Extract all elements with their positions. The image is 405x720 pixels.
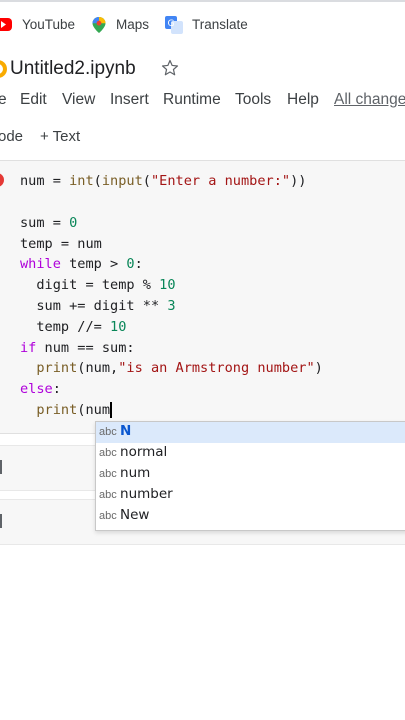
match-text: N	[120, 423, 132, 439]
match-text: n	[120, 465, 129, 481]
autocomplete-item[interactable]: abc number	[96, 485, 405, 506]
menu-tools[interactable]: Tools	[235, 91, 271, 109]
add-text-button[interactable]: + Text	[40, 128, 80, 145]
match-text: n	[120, 486, 129, 502]
rest-text: ormal	[128, 444, 168, 460]
text-cursor	[110, 402, 113, 418]
add-code-button[interactable]: ode	[0, 128, 23, 145]
menu-runtime[interactable]: Runtime	[163, 91, 221, 109]
cell-marker	[0, 514, 2, 528]
bookmark-maps[interactable]: Maps	[116, 17, 149, 32]
maps-icon	[92, 17, 106, 33]
autocomplete-popup: abc N abc normal abc num abc number abc …	[95, 421, 405, 531]
rest-text: umber	[128, 486, 173, 502]
match-text: N	[120, 507, 131, 523]
type-label: abc	[99, 510, 117, 522]
autocomplete-item[interactable]: abc N	[96, 422, 405, 443]
star-icon[interactable]	[161, 59, 179, 77]
code-line-12[interactable]: print(num	[20, 400, 113, 420]
menu-help[interactable]: Help	[287, 91, 319, 109]
rest-text: ew	[130, 507, 150, 523]
match-text: n	[120, 444, 129, 460]
code-line-1[interactable]: num = int(input("Enter a number:"))	[20, 171, 306, 191]
bookmarks-bar: YouTube Maps G Translate	[0, 0, 405, 50]
bookmark-translate[interactable]: Translate	[192, 17, 248, 32]
code-line-4[interactable]: temp = num	[20, 234, 102, 254]
all-changes-saved-link[interactable]: All changes	[334, 91, 405, 109]
autocomplete-item[interactable]: abc num	[96, 464, 405, 485]
menu-edit[interactable]: Edit	[20, 91, 47, 109]
autocomplete-item[interactable]: abc New	[96, 506, 405, 527]
code-line-3[interactable]: sum = 0	[20, 213, 77, 233]
bookmark-youtube[interactable]: YouTube	[22, 17, 75, 32]
code-line-8[interactable]: temp //= 10	[20, 317, 126, 337]
type-label: abc	[99, 426, 117, 438]
type-label: abc	[99, 489, 117, 501]
code-line-11[interactable]: else:	[20, 379, 61, 399]
code-line-9[interactable]: if num == sum:	[20, 338, 135, 358]
menu-file[interactable]: e	[0, 91, 7, 109]
rest-text: um	[128, 465, 151, 481]
menu-view[interactable]: View	[62, 91, 95, 109]
divider	[0, 0, 405, 2]
code-line-5[interactable]: while temp > 0:	[20, 254, 143, 274]
cell-marker	[0, 460, 2, 474]
type-label: abc	[99, 468, 117, 480]
menu-insert[interactable]: Insert	[110, 91, 149, 109]
svg-text:G: G	[168, 19, 175, 29]
notebook-title[interactable]: Untitled2.ipynb	[10, 58, 136, 80]
code-line-6[interactable]: digit = temp % 10	[20, 275, 175, 295]
colab-logo-icon	[0, 60, 7, 78]
autocomplete-item[interactable]: abc normal	[96, 443, 405, 464]
youtube-icon	[0, 18, 12, 31]
code-line-10[interactable]: print(num,"is an Armstrong number")	[20, 358, 322, 378]
translate-icon: G	[165, 16, 183, 34]
code-line-7[interactable]: sum += digit ** 3	[20, 296, 175, 316]
type-label: abc	[99, 447, 117, 459]
